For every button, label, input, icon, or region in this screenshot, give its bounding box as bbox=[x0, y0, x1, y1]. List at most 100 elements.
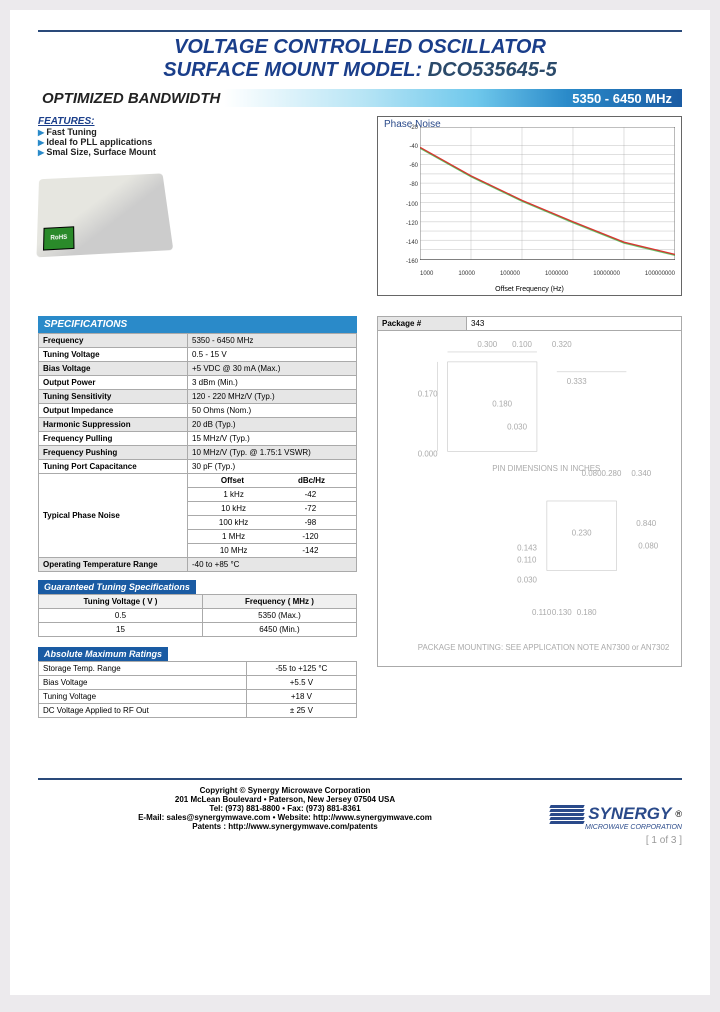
x-axis-ticks: 100010000100000100000010000000100000000 bbox=[420, 271, 675, 277]
title-prefix: SURFACE MOUNT MODEL: bbox=[163, 59, 427, 81]
svg-text:0.340: 0.340 bbox=[631, 469, 651, 478]
svg-text:0.130: 0.130 bbox=[552, 608, 572, 617]
page-number: [ 1 of 3 ] bbox=[38, 835, 682, 846]
spec-row: Tuning Port Capacitance30 pF (Typ.) bbox=[39, 460, 357, 474]
spec-row: Harmonic Suppression20 dB (Typ.) bbox=[39, 418, 357, 432]
svg-text:0.143: 0.143 bbox=[517, 544, 537, 553]
spec-label: Tuning Voltage bbox=[39, 348, 188, 362]
spec-label: Output Impedance bbox=[39, 404, 188, 418]
spec-label: Tuning Sensitivity bbox=[39, 390, 188, 404]
features-column: FEATURES: Fast Tuning Ideal fo PLL appli… bbox=[38, 116, 357, 296]
footer: Copyright © Synergy Microwave Corporatio… bbox=[38, 778, 682, 831]
package-table: Package # 343 bbox=[377, 316, 682, 331]
product-image: RoHS bbox=[36, 173, 173, 257]
reg-mark: ® bbox=[675, 809, 682, 819]
tuning-col-f: Frequency ( MHz ) bbox=[202, 595, 356, 609]
svg-text:0.170: 0.170 bbox=[418, 390, 438, 399]
svg-text:0.110: 0.110 bbox=[517, 556, 537, 565]
temp-range-value: -40 to +85 °C bbox=[188, 558, 357, 572]
mount-note: PACKAGE MOUNTING: SEE APPLICATION NOTE A… bbox=[418, 643, 670, 652]
spec-label: Frequency bbox=[39, 334, 188, 348]
package-label: Package # bbox=[378, 317, 467, 331]
logo-text: SYNERGY bbox=[588, 804, 671, 824]
spec-row: Frequency Pushing10 MHz/V (Typ. @ 1.75:1… bbox=[39, 446, 357, 460]
email: E-Mail: sales@synergymwave.com • Website… bbox=[38, 813, 532, 822]
spec-label: Tuning Port Capacitance bbox=[39, 460, 188, 474]
pin-note: PIN DIMENSIONS IN INCHES bbox=[492, 464, 600, 473]
phase-noise-label: Typical Phase Noise bbox=[39, 474, 188, 558]
spec-label: Bias Voltage bbox=[39, 362, 188, 376]
svg-text:0.110: 0.110 bbox=[532, 608, 552, 617]
bandwidth-label: OPTIMIZED BANDWIDTH bbox=[38, 90, 224, 107]
patents: Patents : http://www.synergymwave.com/pa… bbox=[38, 822, 532, 831]
feature-item: Fast Tuning bbox=[38, 127, 357, 137]
phase-noise-chart: Phase Noise bbox=[377, 116, 682, 296]
lower-content: SPECIFICATIONS Frequency5350 - 6450 MHzT… bbox=[38, 304, 682, 718]
logo-block: SYNERGY ® MICROWAVE CORPORATION bbox=[532, 804, 682, 831]
synergy-logo: SYNERGY ® bbox=[532, 804, 682, 824]
spec-row: Bias Voltage+5 VDC @ 30 mA (Max.) bbox=[39, 362, 357, 376]
spec-value: 3 dBm (Min.) bbox=[188, 376, 357, 390]
specs-column: SPECIFICATIONS Frequency5350 - 6450 MHzT… bbox=[38, 304, 357, 718]
tuning-section: Guaranteed Tuning Specifications Tuning … bbox=[38, 580, 357, 637]
pn-col-dbc: dBc/Hz bbox=[273, 476, 350, 485]
svg-text:0.100: 0.100 bbox=[512, 340, 532, 349]
copyright: Copyright © Synergy Microwave Corporatio… bbox=[38, 786, 532, 795]
temp-range-label: Operating Temperature Range bbox=[39, 558, 188, 572]
spec-value: 5350 - 6450 MHz bbox=[188, 334, 357, 348]
specs-header: SPECIFICATIONS bbox=[38, 316, 357, 333]
package-value: 343 bbox=[467, 317, 682, 331]
spec-row: Frequency5350 - 6450 MHz bbox=[39, 334, 357, 348]
svg-text:0.840: 0.840 bbox=[636, 519, 656, 528]
feature-item: Ideal fo PLL applications bbox=[38, 137, 357, 147]
x-axis-label: Offset Frequency (Hz) bbox=[378, 286, 681, 293]
package-svg: 0.300 0.100 0.320 0.170 0.180 0.030 0.00… bbox=[378, 331, 681, 666]
bandwidth-gradient: 5350 - 6450 MHz bbox=[224, 89, 682, 107]
dim: 0.300 bbox=[477, 340, 497, 349]
tuning-table: Tuning Voltage ( V ) Frequency ( MHz ) 0… bbox=[38, 594, 357, 637]
package-column: Package # 343 0.300 0.100 bbox=[377, 304, 682, 718]
spec-row: Frequency Pulling15 MHz/V (Typ.) bbox=[39, 432, 357, 446]
pn-col-offset: Offset bbox=[194, 476, 271, 485]
y-axis-ticks: -20-40-60-80-100-120-140-160 bbox=[380, 125, 418, 265]
spec-label: Frequency Pushing bbox=[39, 446, 188, 460]
spec-value: 10 MHz/V (Typ. @ 1.75:1 VSWR) bbox=[188, 446, 357, 460]
spec-value: 20 dB (Typ.) bbox=[188, 418, 357, 432]
package-diagram: 0.300 0.100 0.320 0.170 0.180 0.030 0.00… bbox=[377, 331, 682, 667]
spec-row: Output Power3 dBm (Min.) bbox=[39, 376, 357, 390]
specs-table: Frequency5350 - 6450 MHzTuning Voltage0.… bbox=[38, 333, 357, 572]
upper-content: FEATURES: Fast Tuning Ideal fo PLL appli… bbox=[38, 116, 682, 296]
address: 201 McLean Boulevard • Paterson, New Jer… bbox=[38, 795, 532, 804]
svg-text:0.030: 0.030 bbox=[507, 422, 527, 431]
abs-table: Storage Temp. Range-55 to +125 °C Bias V… bbox=[38, 661, 357, 718]
spec-value: 50 Ohms (Nom.) bbox=[188, 404, 357, 418]
spec-row: Tuning Voltage0.5 - 15 V bbox=[39, 348, 357, 362]
tuning-header: Guaranteed Tuning Specifications bbox=[38, 580, 196, 594]
logo-lines-icon bbox=[550, 805, 584, 824]
svg-text:0.280: 0.280 bbox=[602, 469, 622, 478]
svg-text:0.030: 0.030 bbox=[517, 575, 537, 584]
abs-max-section: Absolute Maximum Ratings Storage Temp. R… bbox=[38, 647, 357, 718]
spec-label: Output Power bbox=[39, 376, 188, 390]
tuning-col-v: Tuning Voltage ( V ) bbox=[39, 595, 203, 609]
rohs-badge: RoHS bbox=[43, 226, 75, 250]
chart-column: Phase Noise bbox=[377, 116, 682, 296]
footer-text: Copyright © Synergy Microwave Corporatio… bbox=[38, 786, 532, 831]
svg-text:0.000: 0.000 bbox=[418, 449, 438, 458]
spec-row: Output Impedance50 Ohms (Nom.) bbox=[39, 404, 357, 418]
abs-header: Absolute Maximum Ratings bbox=[38, 647, 168, 661]
spec-row: Tuning Sensitivity120 - 220 MHz/V (Typ.) bbox=[39, 390, 357, 404]
chart-svg bbox=[420, 127, 675, 260]
title-block: VOLTAGE CONTROLLED OSCILLATOR SURFACE MO… bbox=[38, 30, 682, 82]
logo-subtitle: MICROWAVE CORPORATION bbox=[532, 824, 682, 831]
datasheet-page: VOLTAGE CONTROLLED OSCILLATOR SURFACE MO… bbox=[10, 10, 710, 995]
spec-label: Harmonic Suppression bbox=[39, 418, 188, 432]
spec-value: 120 - 220 MHz/V (Typ.) bbox=[188, 390, 357, 404]
title-line-2: SURFACE MOUNT MODEL: DCO535645-5 bbox=[38, 59, 682, 82]
model-number: DCO535645-5 bbox=[428, 59, 557, 81]
features-heading: FEATURES: bbox=[38, 116, 357, 127]
svg-text:0.180: 0.180 bbox=[577, 608, 597, 617]
svg-text:0.320: 0.320 bbox=[552, 340, 572, 349]
bandwidth-range: 5350 - 6450 MHz bbox=[572, 91, 672, 106]
bandwidth-row: OPTIMIZED BANDWIDTH 5350 - 6450 MHz bbox=[38, 88, 682, 108]
